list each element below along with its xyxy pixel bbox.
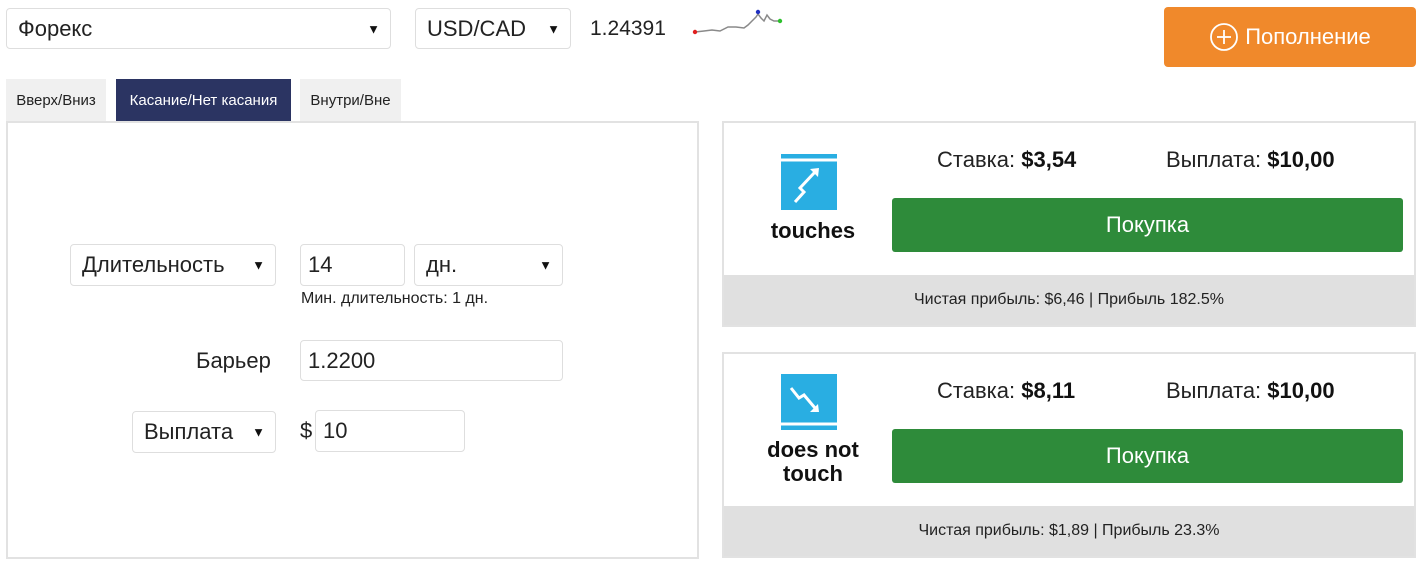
contract-name: does not touch (767, 437, 859, 486)
min-duration-hint: Мин. длительность: 1 дн. (301, 290, 489, 307)
stake-label: Ставка: (937, 147, 1016, 172)
profit-summary: Чистая прибыль: $1,89 | Прибыль 23.3% (724, 506, 1414, 556)
barrier-input[interactable]: 1.2200 (300, 340, 563, 381)
deposit-label: Пополнение (1245, 24, 1371, 49)
chevron-down-icon: ▼ (539, 257, 552, 273)
duration-unit-value: дн. (426, 252, 458, 277)
stake-info: Ставка: $3,54 (937, 147, 1076, 173)
payout-value: $10,00 (1267, 378, 1335, 403)
chevron-down-icon: ▼ (252, 424, 265, 440)
payout-value: $10,00 (1267, 147, 1335, 172)
stake-value: $3,54 (1021, 147, 1077, 172)
tab-touch-no-touch[interactable]: Касание/Нет касания (116, 79, 291, 121)
chevron-down-icon: ▼ (252, 257, 265, 273)
payout-info: Выплата: $10,00 (1166, 378, 1335, 404)
amount-type-value: Выплата (144, 419, 234, 444)
asset-select[interactable]: USD/CAD ▼ (415, 8, 571, 49)
contract-card-touches: touches Ставка: $3,54 Выплата: $10,00 По… (722, 121, 1416, 327)
currency-symbol: $ (300, 418, 313, 443)
amount-input[interactable]: 10 (315, 410, 465, 452)
duration-type-value: Длительность (82, 252, 225, 277)
payout-label: Выплата: (1166, 147, 1262, 172)
deposit-button[interactable]: Пополнение (1164, 7, 1416, 67)
payout-info: Выплата: $10,00 (1166, 147, 1335, 173)
contract-name: touches (770, 218, 856, 243)
plus-circle-icon (1210, 23, 1239, 51)
buy-button[interactable]: Покупка (892, 429, 1403, 483)
payout-label: Выплата: (1166, 378, 1262, 403)
trend-up-touch-icon (781, 154, 837, 210)
asset-select-value: USD/CAD (427, 15, 527, 41)
market-select[interactable]: Форекс ▼ (6, 8, 391, 49)
duration-input[interactable]: 14 (300, 244, 405, 286)
duration-unit-select[interactable]: дн. ▼ (414, 244, 563, 286)
buy-button[interactable]: Покупка (892, 198, 1403, 252)
price-sparkline (692, 9, 783, 35)
tab-up-down[interactable]: Вверх/Вниз (6, 79, 106, 121)
stake-value: $8,11 (1021, 378, 1076, 403)
barrier-label: Барьер (196, 348, 271, 373)
market-select-value: Форекс (18, 15, 93, 41)
current-price: 1.24391 (590, 17, 666, 40)
chevron-down-icon: ▼ (367, 21, 380, 36)
trend-down-no-touch-icon (781, 374, 837, 430)
stake-label: Ставка: (937, 378, 1016, 403)
contract-card-does-not-touch: does not touch Ставка: $8,11 Выплата: $1… (722, 352, 1416, 558)
duration-type-select[interactable]: Длительность ▼ (70, 244, 276, 286)
profit-summary: Чистая прибыль: $6,46 | Прибыль 182.5% (724, 275, 1414, 325)
amount-type-select[interactable]: Выплата ▼ (132, 411, 276, 453)
tab-in-out[interactable]: Внутри/Вне (300, 79, 401, 121)
chevron-down-icon: ▼ (547, 21, 560, 36)
stake-info: Ставка: $8,11 (937, 378, 1075, 404)
